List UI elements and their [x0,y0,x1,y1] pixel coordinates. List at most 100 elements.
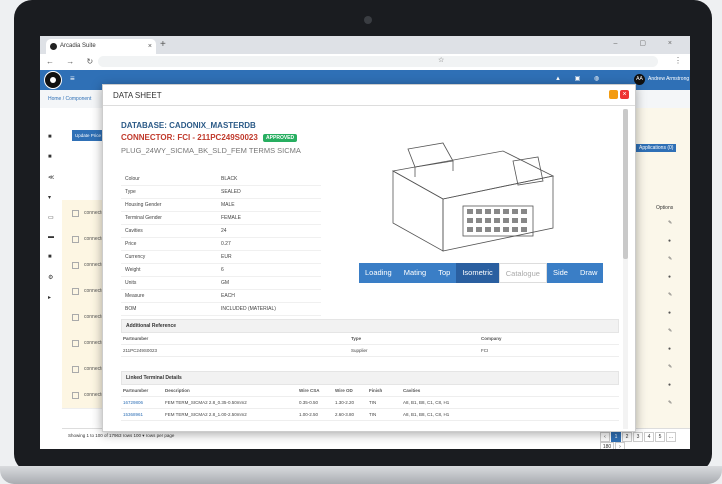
attr-row: Colour BLACK [121,173,321,186]
tab-loading[interactable]: Loading [359,263,398,283]
view-icon[interactable]: ● [668,238,671,244]
edit-icon[interactable]: ✎ [668,328,672,334]
new-tab-button[interactable]: + [160,39,166,50]
database-value: CADONIX_MASTERDB [169,121,256,130]
favicon-icon [50,43,57,50]
page-last[interactable]: 180 [600,442,614,449]
attr-row: Cavities 24 [121,225,321,238]
additional-reference-section: Additional Reference Partnumber Type Com… [121,319,619,357]
page-3[interactable]: 3 [633,432,643,442]
view-icon[interactable]: ● [668,382,671,388]
app-logo[interactable] [44,71,62,89]
browser-tab-bar: Arcadia Suite × + – ▢ × [40,36,690,54]
modal-header: DATA SHEET × [103,85,635,106]
page-2[interactable]: 2 [622,432,632,442]
view-icon[interactable]: ● [668,346,671,352]
webcam [364,16,372,24]
sidebar-icon-3[interactable]: ≪ [48,174,54,181]
attr-row: Currency EUR [121,251,321,264]
table-row[interactable]: 16729806 FEM TERM_SICMA2 2.8_0.35-0.50mm… [121,397,619,409]
sidebar-icon-1[interactable]: ■ [48,134,52,140]
breadcrumb[interactable]: Home / Component [48,96,91,102]
terminal-link[interactable]: 16729806 [123,397,143,408]
rows-summary: Showing 1 to 100 of 17963 rows 100 ▾ row… [68,433,175,438]
attr-row: BOM INCLUDED (MATERIAL) [121,303,321,316]
terminal-link[interactable]: 15368961 [123,409,143,420]
tab-mating[interactable]: Mating [397,263,433,283]
attr-row: Price 0.27 [121,238,321,251]
page-1[interactable]: 1 [611,432,621,442]
tab-side[interactable]: Side [546,263,574,283]
screen: Arcadia Suite × + – ▢ × ← → ↻ ⌂ ☆ ⋮ ≡ ▲ … [40,36,690,449]
edit-icon[interactable]: ✎ [668,292,672,298]
connector-label: CONNECTOR: [121,133,176,142]
page-4[interactable]: 4 [644,432,654,442]
hamburger-menu-icon[interactable]: ≡ [70,74,75,83]
bookmark-star-icon[interactable]: ☆ [438,56,444,64]
page-prev[interactable]: ‹ [600,432,610,442]
sidebar-icon-4[interactable]: ▾ [48,194,51,201]
header-icons[interactable]: ▲ ▣ ◍ [555,75,605,82]
attr-row: Terminal Gender FEMALE [121,212,321,225]
sidebar-icon-8[interactable]: ⚙ [48,274,53,281]
sidebar-icon-7[interactable]: ■ [48,254,52,260]
tab-isometric[interactable]: Isometric [456,263,499,283]
connector-isometric-drawing [391,142,555,252]
edit-icon[interactable]: ✎ [668,256,672,262]
url-input[interactable] [98,56,658,67]
browser-tab[interactable]: Arcadia Suite × [46,39,156,54]
section-title: Linked Terminal Details [121,371,619,385]
maximize-button[interactable] [609,90,618,99]
table-row[interactable]: 15368961 FEM TERM_SICMA2 2.8_1.00-2.50mm… [121,409,619,421]
view-icon[interactable]: ● [668,310,671,316]
table-header-row: Partnumber Description Wire CSA Wire OD … [121,385,619,397]
options-header: Options [656,205,674,211]
edit-icon[interactable]: ✎ [668,364,672,370]
sidebar-icon-9[interactable]: ▸ [48,294,51,301]
linked-terminal-section: Linked Terminal Details Partnumber Descr… [121,371,619,421]
tab-catalogue[interactable]: Catalogue [498,263,547,283]
options-panel [630,108,690,449]
sidebar-icon-6[interactable]: ▬ [48,234,54,240]
close-button[interactable]: × [620,90,629,99]
attr-row: Measure EACH [121,290,321,303]
attr-row: Units GM [121,277,321,290]
sidebar-icon-2[interactable]: ■ [48,154,52,160]
drawing-view-tabs: Loading Mating Top Isometric Catalogue S… [359,263,604,283]
pagination[interactable]: ‹ 1 2 3 4 5 ... 180 › [600,432,690,449]
view-icon[interactable]: ● [668,274,671,280]
tab-title: Arcadia Suite [60,43,96,49]
database-label: DATABASE: [121,121,167,130]
page-ellipsis: ... [666,432,676,442]
address-bar: ← → ↻ ⌂ ☆ ⋮ [40,54,690,71]
status-badge: APPROVED [263,133,298,142]
edit-icon[interactable]: ✎ [668,220,672,226]
database-line: DATABASE: CADONIX_MASTERDB [121,121,256,130]
scrollbar-thumb[interactable] [623,109,628,259]
tab-close-icon[interactable]: × [148,39,152,54]
connector-line: CONNECTOR: FCI - 211PC249S0023 APPROVED [121,133,298,142]
laptop-base [0,466,722,484]
attr-row: Weight 6 [121,264,321,277]
attribute-table: Colour BLACK Type SEALED Housing Gender MAL… [121,173,321,316]
user-name[interactable]: Andrew Armstrong [648,76,689,82]
attr-row: Type SEALED [121,186,321,199]
edit-icon[interactable]: ✎ [668,400,672,406]
sidebar: ■ ■ ≪ ▾ ▭ ▬ ■ ⚙ ▸ [40,108,63,449]
applications-button[interactable]: Applications (0) [636,144,677,152]
section-title: Additional Reference [121,319,619,333]
page-next[interactable]: › [615,442,625,449]
table-row[interactable]: 211PC249S0023 Supplier FCI [121,345,619,357]
window-controls[interactable]: – ▢ × [614,39,682,47]
browser-menu-icon[interactable]: ⋮ [674,56,682,65]
datasheet-modal: DATA SHEET × DATABASE: CADONIX_MASTERDB … [102,84,636,432]
connector-value: FCI - 211PC249S0023 [177,133,258,142]
tab-top[interactable]: Top [432,263,457,283]
attr-row: Housing Gender MALE [121,199,321,212]
page-5[interactable]: 5 [655,432,665,442]
table-header-row: Partnumber Type Company [121,333,619,345]
part-description: PLUG_24WY_SICMA_BK_SLD_FEM TERMS SICMA [121,146,301,155]
tab-draw[interactable]: Draw [573,263,604,283]
modal-title: DATA SHEET [113,91,162,100]
sidebar-icon-5[interactable]: ▭ [48,214,54,221]
